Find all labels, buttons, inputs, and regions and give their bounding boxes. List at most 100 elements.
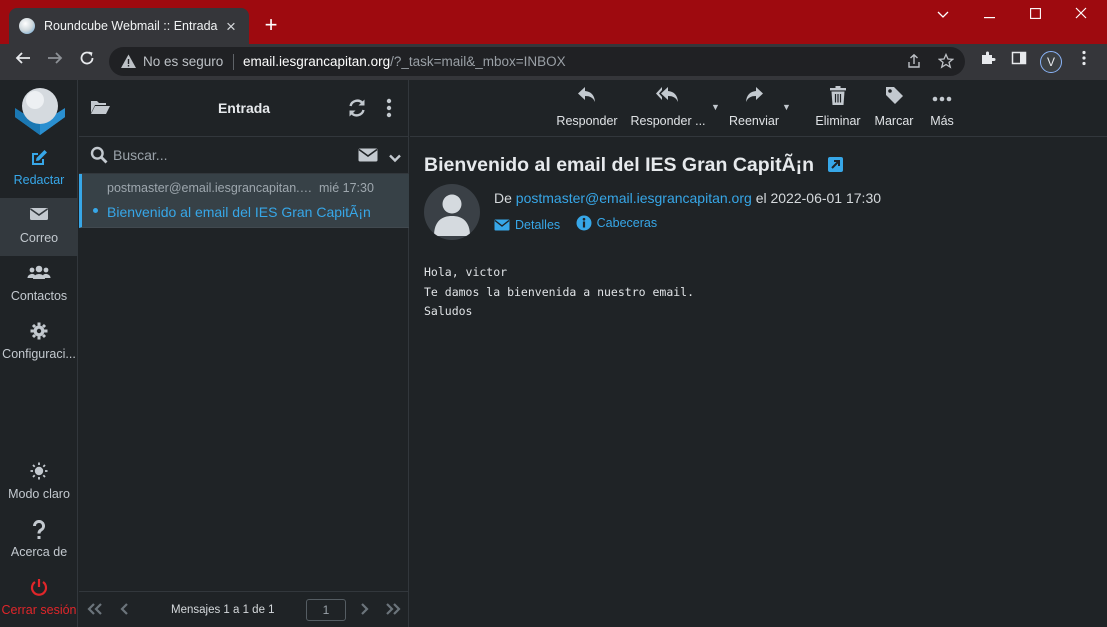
sidebar-item-label: Modo claro: [8, 487, 70, 501]
forward-arrow-icon[interactable]: [41, 47, 69, 75]
sidebar-item-label: Contactos: [10, 289, 68, 303]
headers-link[interactable]: Cabeceras: [576, 215, 657, 231]
sun-icon: [0, 462, 78, 482]
bookmark-star-icon[interactable]: [937, 52, 955, 71]
close-window-icon[interactable]: [1058, 3, 1104, 27]
previous-page-icon[interactable]: [115, 601, 135, 619]
minimize-icon[interactable]: [966, 3, 1012, 27]
forward-dropdown-icon[interactable]: ▼: [782, 102, 791, 112]
tab-title: Roundcube Webmail :: Entrada: [44, 19, 218, 33]
reload-icon[interactable]: [73, 47, 101, 75]
reply-label: Responder: [556, 114, 618, 128]
browser-titlebar: Roundcube Webmail :: Entrada × +: [0, 0, 1107, 44]
mark-label: Marcar: [874, 114, 914, 128]
mailbox-header: Entrada: [79, 80, 409, 137]
list-options-icon[interactable]: [386, 98, 392, 123]
gear-icon: [0, 322, 78, 342]
message-sender: postmaster@email.iesgrancapitan.org: [107, 181, 317, 195]
side-panel-icon[interactable]: [1007, 50, 1031, 74]
roundcube-favicon-icon: [19, 18, 35, 34]
mark-button[interactable]: Marcar: [871, 86, 917, 132]
url-path: /?_task=mail&_mbox=INBOX: [390, 54, 566, 69]
share-icon[interactable]: [905, 53, 923, 71]
new-tab-button[interactable]: +: [260, 13, 282, 37]
first-page-icon[interactable]: [85, 601, 105, 619]
sender-avatar: [424, 184, 480, 240]
sidebar-item-compose[interactable]: Redactar: [0, 140, 78, 198]
address-bar[interactable]: No es seguro email.iesgrancapitan.org/?_…: [109, 47, 965, 76]
reply-arrow-icon: [556, 86, 618, 108]
sidebar-item-light-mode[interactable]: Modo claro: [0, 454, 78, 512]
warning-triangle-icon[interactable]: [120, 53, 137, 70]
open-external-icon[interactable]: [827, 157, 843, 172]
sidebar-item-settings[interactable]: Configuraci...: [0, 314, 78, 372]
extensions-puzzle-icon[interactable]: [976, 50, 1000, 74]
roundcube-app: Redactar Correo Contactos Configuraci...…: [0, 80, 1107, 627]
compose-icon: [0, 148, 78, 168]
forward-label: Reenviar: [728, 114, 780, 128]
search-input[interactable]: [113, 145, 343, 165]
message-list-item[interactable]: postmaster@email.iesgrancapitan.org mié …: [79, 174, 409, 228]
sidebar-item-label: Acerca de: [10, 545, 68, 559]
message-content-pane: Responder Responder ... ▼ Reenviar ▼ Eli…: [410, 80, 1107, 627]
info-icon: [576, 215, 592, 231]
message-date: mié 17:30: [319, 181, 374, 195]
header-links: Detalles Cabeceras: [494, 215, 669, 234]
reply-all-arrow-icon: [629, 86, 707, 108]
more-label: Más: [930, 114, 954, 128]
power-icon: [0, 578, 78, 598]
headers-label: Cabeceras: [596, 216, 658, 230]
message-list-pane: Entrada postmaster@email.iesgrancapitan.…: [79, 80, 409, 627]
question-icon: [0, 519, 78, 540]
mail-icon: [0, 206, 78, 226]
search-bar: [79, 137, 409, 174]
message-toolbar: Responder Responder ... ▼ Reenviar ▼ Eli…: [410, 80, 1107, 137]
reply-button[interactable]: Responder: [556, 86, 618, 132]
profile-avatar[interactable]: V: [1040, 51, 1062, 73]
pagination-bar: Mensajes 1 a 1 de 1: [79, 591, 409, 627]
message-datetime: el 2022-06-01 17:30: [755, 190, 882, 206]
last-page-icon[interactable]: [383, 601, 403, 619]
url-text[interactable]: email.iesgrancapitan.org/?_task=mail&_mb…: [243, 54, 566, 69]
sidebar-item-about[interactable]: Acerca de: [0, 512, 78, 570]
main-navigation: Redactar Correo Contactos Configuraci...…: [0, 80, 78, 627]
tab-search-icon[interactable]: [920, 3, 966, 27]
back-arrow-icon[interactable]: [9, 47, 37, 75]
url-host: email.iesgrancapitan.org: [243, 54, 391, 69]
trash-icon: [814, 86, 862, 108]
sidebar-item-logout[interactable]: Cerrar sesión: [0, 570, 78, 627]
chrome-menu-icon[interactable]: [1072, 50, 1096, 74]
tab-close-icon[interactable]: ×: [223, 18, 239, 35]
tag-icon: [871, 86, 917, 108]
sender-email-link[interactable]: postmaster@email.iesgrancapitan.org: [516, 190, 752, 206]
sidebar-item-mail[interactable]: Correo: [0, 198, 78, 256]
more-dots-icon: [925, 86, 959, 108]
page-number-input[interactable]: [306, 599, 346, 621]
browser-tab[interactable]: Roundcube Webmail :: Entrada ×: [9, 8, 249, 44]
details-link[interactable]: Detalles: [494, 218, 560, 232]
forward-arrow-icon: [728, 86, 780, 108]
body-line: Saludos: [424, 304, 473, 318]
contacts-icon: [0, 264, 78, 284]
forward-button[interactable]: Reenviar: [728, 86, 780, 132]
search-options-chevron-down-icon[interactable]: [389, 150, 401, 168]
unread-dot-icon: [93, 208, 98, 213]
delete-button[interactable]: Eliminar: [814, 86, 862, 132]
reply-all-dropdown-icon[interactable]: ▼: [711, 102, 720, 112]
envelope-filter-icon[interactable]: [358, 148, 378, 167]
from-prefix: De: [494, 190, 512, 206]
sidebar-item-label: Cerrar sesión: [1, 603, 77, 617]
sidebar-item-contacts[interactable]: Contactos: [0, 256, 78, 314]
next-page-icon[interactable]: [354, 601, 374, 619]
search-icon[interactable]: [90, 146, 108, 169]
message-body: Hola, victor Te damos la bienvenida a nu…: [424, 263, 694, 322]
roundcube-logo[interactable]: [13, 84, 67, 136]
refresh-icon[interactable]: [347, 98, 367, 123]
maximize-icon[interactable]: [1012, 3, 1058, 27]
more-button[interactable]: Más: [925, 86, 959, 132]
omnibox-separator: [233, 54, 234, 70]
security-label[interactable]: No es seguro: [143, 54, 223, 69]
reply-all-button[interactable]: Responder ...: [629, 86, 707, 132]
message-header-subject: Bienvenido al email del IES Gran CapitÃ¡…: [424, 154, 843, 177]
envelope-icon: [494, 219, 510, 231]
